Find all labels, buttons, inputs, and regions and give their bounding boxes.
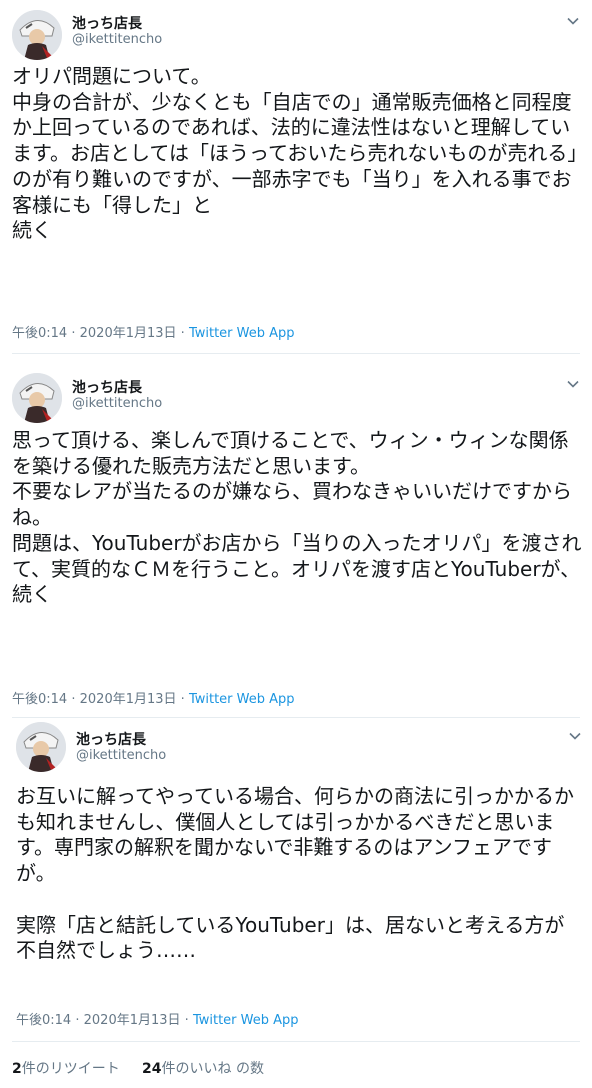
meta-separator: · <box>71 326 76 341</box>
likes-count: 24 <box>142 1061 162 1077</box>
likes-stat[interactable]: 24件のいいね の数 <box>142 1061 264 1077</box>
avatar[interactable] <box>12 373 62 423</box>
divider <box>12 717 580 718</box>
chevron-down-icon[interactable] <box>568 729 582 743</box>
tweet-date[interactable]: 2020年1月13日 <box>80 326 177 341</box>
chevron-down-icon[interactable] <box>566 14 580 28</box>
tweet-meta: 午後0:14 · 2020年1月13日 · Twitter Web App <box>12 688 295 707</box>
meta-separator: · <box>184 1013 189 1028</box>
avatar-image <box>12 373 62 423</box>
source-app-link[interactable]: Twitter Web App <box>189 326 295 341</box>
retweets-label: 件のリツイート <box>21 1061 120 1077</box>
display-name[interactable]: 池っち店長 <box>76 729 146 749</box>
engagement-stats: 2件のリツイート 24件のいいね の数 <box>12 1058 264 1078</box>
tweet-time[interactable]: 午後0:14 <box>12 326 67 341</box>
divider <box>12 1041 580 1042</box>
tweet-meta: 午後0:14 · 2020年1月13日 · Twitter Web App <box>16 1009 299 1028</box>
divider <box>12 353 580 354</box>
retweets-count: 2 <box>12 1061 22 1077</box>
likes-label: 件のいいね の数 <box>161 1061 264 1077</box>
meta-separator: · <box>180 692 185 707</box>
source-app-link[interactable]: Twitter Web App <box>193 1013 299 1028</box>
display-name[interactable]: 池っち店長 <box>72 377 142 397</box>
avatar-image <box>16 722 66 772</box>
tweet-text: オリパ問題について。 中身の合計が、少なくとも「自店での」通常販売価格と同程度か… <box>12 64 578 243</box>
avatar[interactable] <box>12 10 62 60</box>
tweet-meta: 午後0:14 · 2020年1月13日 · Twitter Web App <box>12 322 295 341</box>
tweet-text: お互いに解ってやっている場合、何らかの商法に引っかかるかも知れませんし、僕個人と… <box>16 784 574 963</box>
tweet-time[interactable]: 午後0:14 <box>12 692 67 707</box>
tweet-text: 思って頂ける、楽しんで頂けることで、ウィン・ウィンな関係を築ける優れた販売方法だ… <box>12 428 582 607</box>
meta-separator: · <box>71 692 76 707</box>
display-name[interactable]: 池っち店長 <box>72 13 142 33</box>
chevron-down-icon[interactable] <box>566 377 580 391</box>
user-handle[interactable]: @ikettitencho <box>72 32 162 47</box>
meta-separator: · <box>75 1013 80 1028</box>
avatar-image <box>12 10 62 60</box>
user-handle[interactable]: @ikettitencho <box>72 396 162 411</box>
retweets-stat[interactable]: 2件のリツイート <box>12 1061 120 1077</box>
source-app-link[interactable]: Twitter Web App <box>189 692 295 707</box>
tweet-date[interactable]: 2020年1月13日 <box>84 1013 181 1028</box>
meta-separator: · <box>180 326 185 341</box>
user-handle[interactable]: @ikettitencho <box>76 748 166 763</box>
tweet-date[interactable]: 2020年1月13日 <box>80 692 177 707</box>
tweet-time[interactable]: 午後0:14 <box>16 1013 71 1028</box>
avatar[interactable] <box>16 722 66 772</box>
